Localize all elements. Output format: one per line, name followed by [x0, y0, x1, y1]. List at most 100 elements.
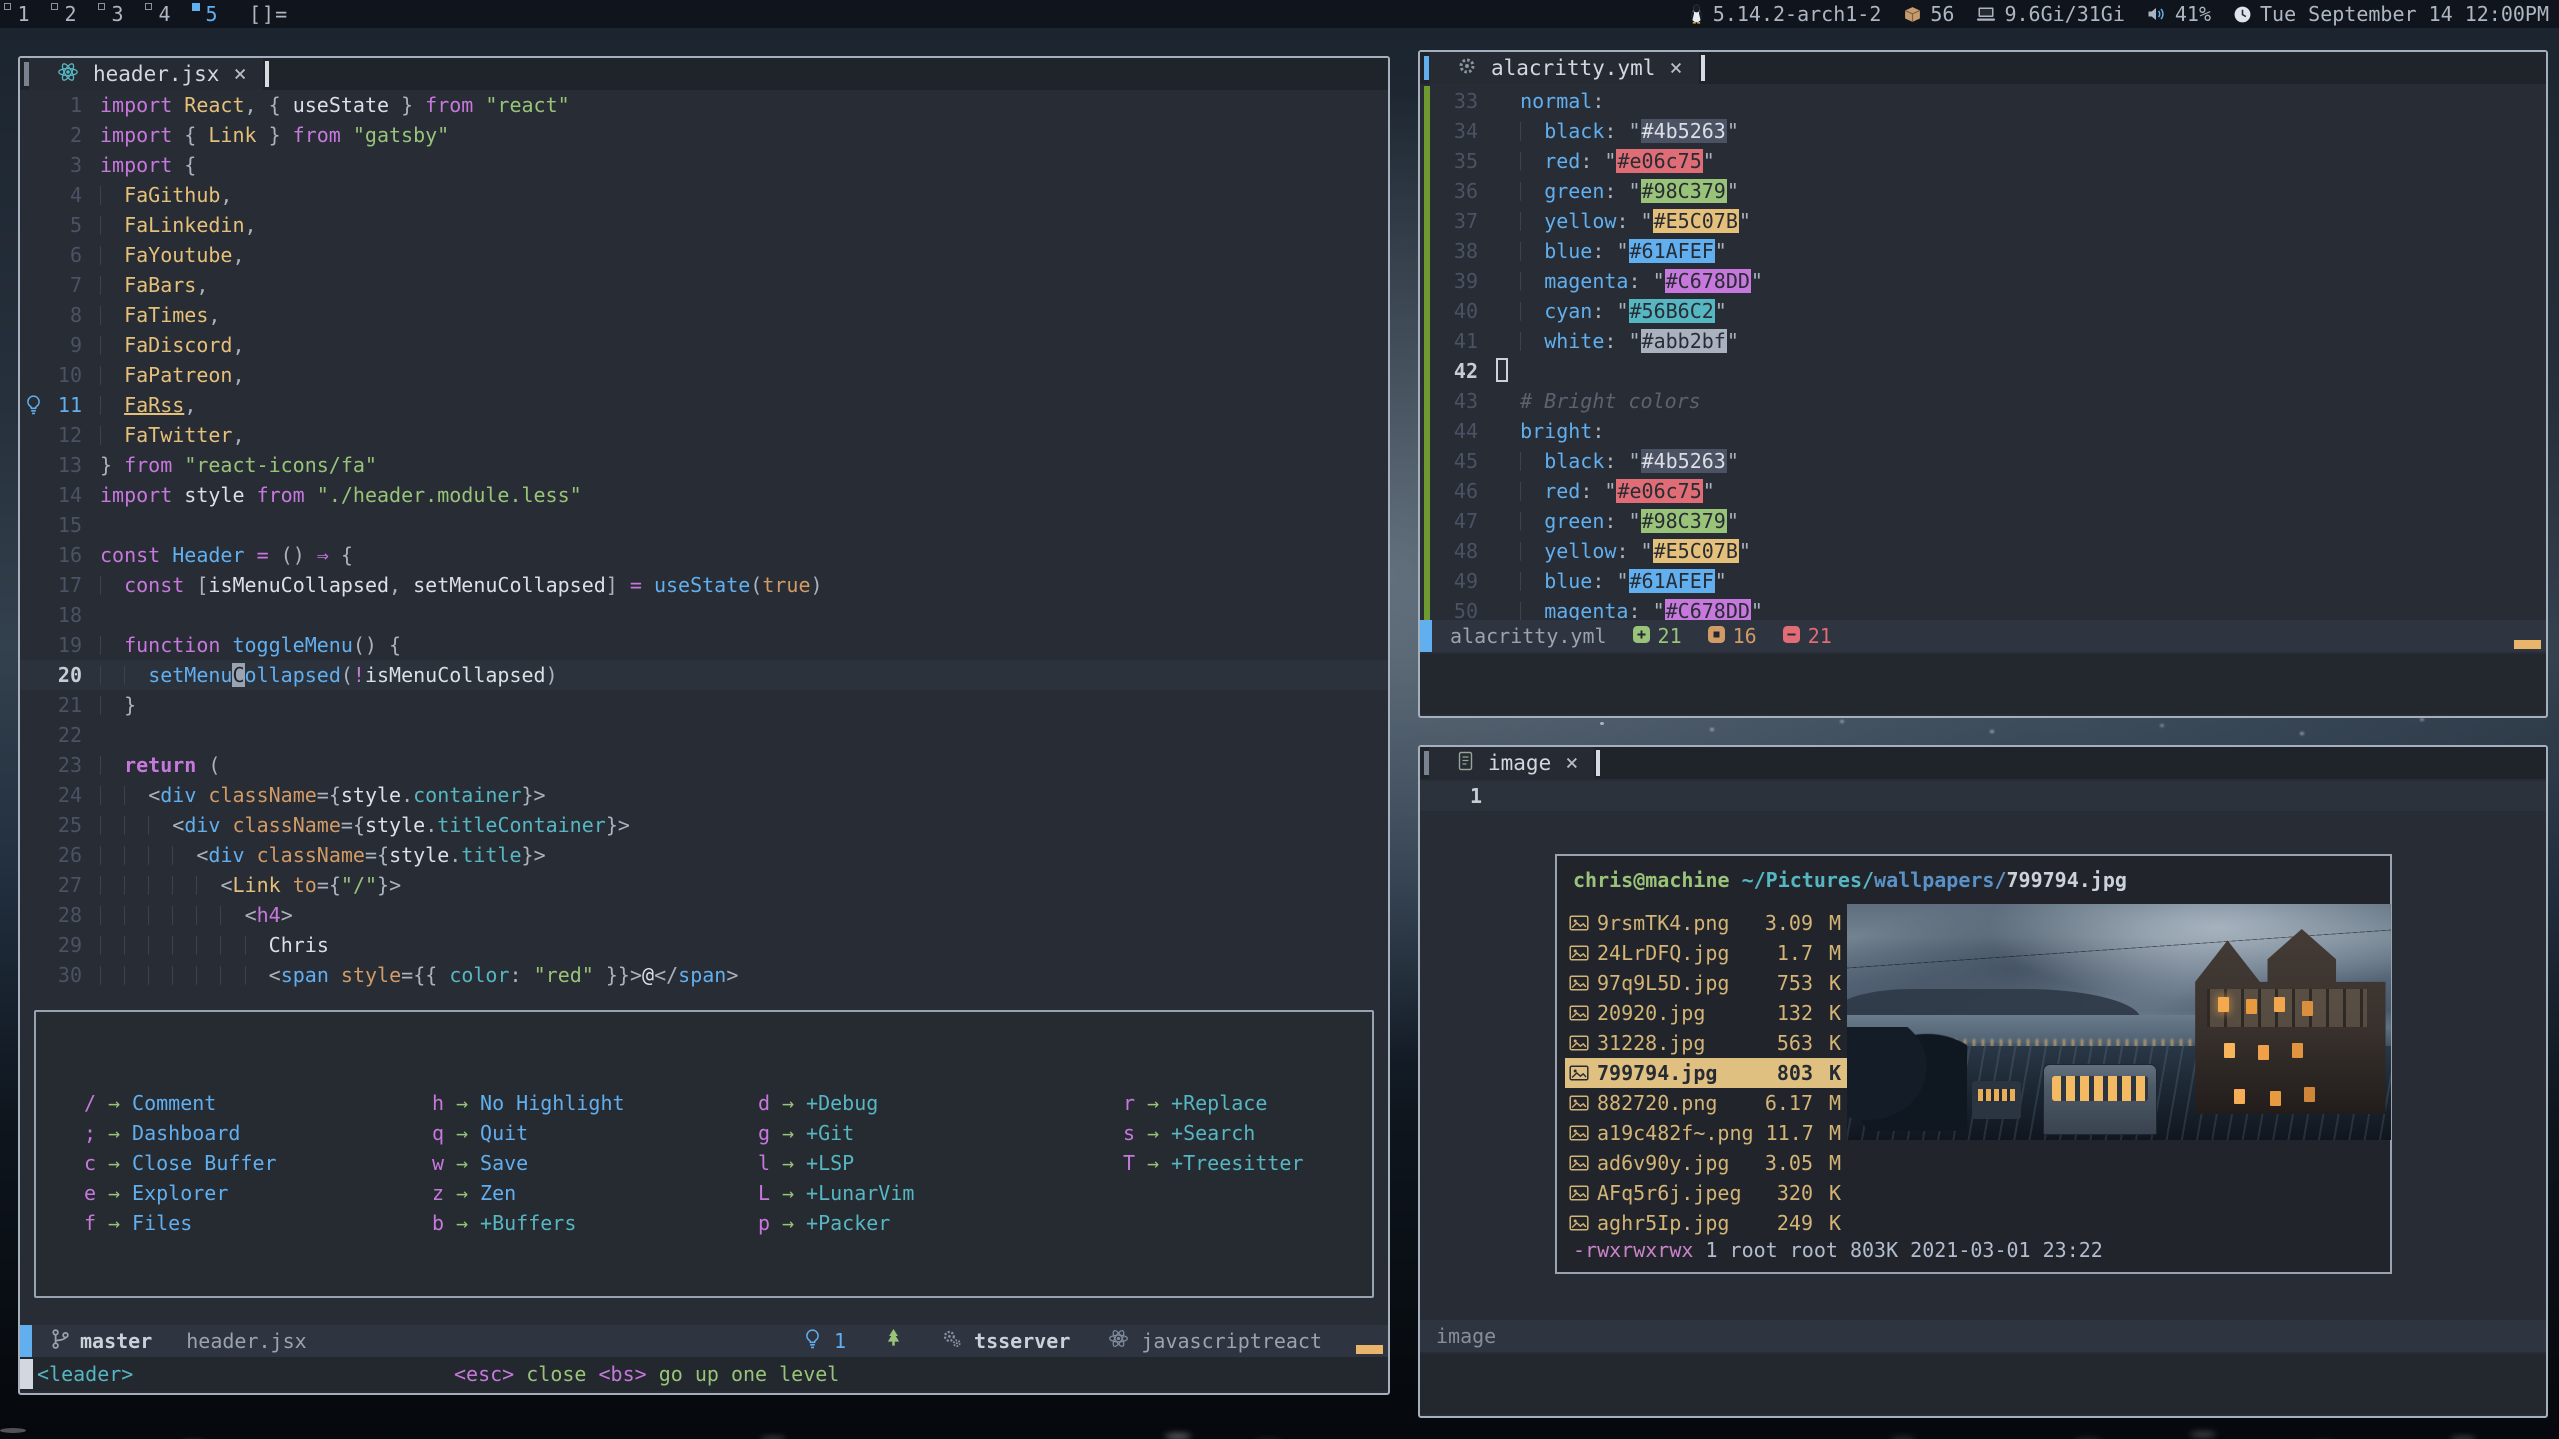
code-line-16[interactable]: 16const Header = () ⇒ {: [20, 540, 1388, 570]
code-line-27[interactable]: 27 <Link to={"/"}>: [20, 870, 1388, 900]
code-line-10[interactable]: 10 FaPatreon,: [20, 360, 1388, 390]
tab-cursor: [1596, 750, 1600, 776]
file-row-31228.jpg[interactable]: 31228.jpg563K: [1565, 1028, 1847, 1058]
code-editor-area[interactable]: 1import React, { useState } from "react"…: [20, 90, 1388, 990]
code-line-8[interactable]: 8 FaTimes,: [20, 300, 1388, 330]
code-line-5[interactable]: 5 FaLinkedin,: [20, 210, 1388, 240]
code-line-12[interactable]: 12 FaTwitter,: [20, 420, 1388, 450]
code-line-23[interactable]: 23 return (: [20, 750, 1388, 780]
code-line-9[interactable]: 9 FaDiscord,: [20, 330, 1388, 360]
file-row-799794.jpg[interactable]: 799794.jpg803K: [1565, 1058, 1847, 1088]
line-number: 19: [46, 630, 82, 660]
command-line[interactable]: <leader> <esc> close <bs> go up one leve…: [20, 1357, 1388, 1391]
color-chip: #abb2bf: [1641, 329, 1727, 353]
tab-image[interactable]: image ×: [1429, 747, 1594, 779]
line-number: 7: [46, 270, 82, 300]
code-line-39[interactable]: 39 magenta: "#C678DD": [1420, 266, 2546, 296]
workspace-4[interactable]: 4: [141, 0, 188, 28]
code-line-28[interactable]: 28 <h4>: [20, 900, 1388, 930]
key: f: [72, 1208, 96, 1238]
code-line-47[interactable]: 47 green: "#98C379": [1420, 506, 2546, 536]
file-row-ad6v90y.jpg[interactable]: ad6v90y.jpg3.05M: [1565, 1148, 1847, 1178]
file-row-aghr5Ip.jpg[interactable]: aghr5Ip.jpg249K: [1565, 1208, 1847, 1238]
code-line-40[interactable]: 40 cyan: "#56B6C2": [1420, 296, 2546, 326]
code-line-22[interactable]: 22: [20, 720, 1388, 750]
line-number: 30: [46, 960, 82, 990]
code-line-34[interactable]: 34 black: "#4b5263": [1420, 116, 2546, 146]
tab-close-button[interactable]: ×: [233, 62, 246, 87]
tab-header-jsx[interactable]: header.jsx ×: [29, 58, 263, 90]
code-line-44[interactable]: 44 bright:: [1420, 416, 2546, 446]
code-line-2[interactable]: 2import { Link } from "gatsby": [20, 120, 1388, 150]
code-line-19[interactable]: 19 function toggleMenu() {: [20, 630, 1388, 660]
editor-window-header-jsx: header.jsx × 1import React, { useState }…: [18, 56, 1390, 1395]
tab-alacritty-yml[interactable]: alacritty.yml ×: [1429, 52, 1699, 84]
code-line-4[interactable]: 4 FaGithub,: [20, 180, 1388, 210]
workspace-switcher: 12345: [0, 0, 235, 28]
label: Explorer: [132, 1178, 228, 1208]
line-number: 11: [46, 390, 82, 420]
code-line-36[interactable]: 36 green: "#98C379": [1420, 176, 2546, 206]
code-editor-area[interactable]: 33 normal:34 black: "#4b5263"35 red: "#e…: [1420, 86, 2546, 626]
tab-close-button[interactable]: ×: [1565, 751, 1578, 776]
code-line-42[interactable]: 42: [1420, 356, 2546, 386]
line-number: 6: [46, 240, 82, 270]
key: /: [72, 1088, 96, 1118]
bulb-icon[interactable]: [20, 390, 46, 420]
code-line-14[interactable]: 14import style from "./header.module.les…: [20, 480, 1388, 510]
whichkey-popup: /→Comment;→Dashboardc→Close Buffere→Expl…: [34, 1010, 1374, 1298]
code-line-3[interactable]: 3import {: [20, 150, 1388, 180]
command-line: [1420, 654, 2546, 714]
file-size-unit: K: [1813, 1061, 1841, 1085]
file-row-24LrDFQ.jpg[interactable]: 24LrDFQ.jpg1.7M: [1565, 938, 1847, 968]
code-line-25[interactable]: 25 <div className={style.titleContainer}…: [20, 810, 1388, 840]
code-line-41[interactable]: 41 white: "#abb2bf": [1420, 326, 2546, 356]
code-line-15[interactable]: 15: [20, 510, 1388, 540]
statusline: image: [1420, 1320, 2546, 1352]
code-line-45[interactable]: 45 black: "#4b5263": [1420, 446, 2546, 476]
code-line-49[interactable]: 49 blue: "#61AFEF": [1420, 566, 2546, 596]
code-line-13[interactable]: 13} from "react-icons/fa": [20, 450, 1388, 480]
code-line-46[interactable]: 46 red: "#e06c75": [1420, 476, 2546, 506]
code-line-1[interactable]: 1import React, { useState } from "react": [20, 90, 1388, 120]
statusline: alacritty.yml 21 16 21: [1420, 620, 2546, 652]
code-line-30[interactable]: 30 <span style={{ color: "red" }}>@</spa…: [20, 960, 1388, 990]
workspace-5[interactable]: 5: [188, 0, 235, 28]
file-row-a19c482f~.png[interactable]: a19c482f~.png11.7M: [1565, 1118, 1847, 1148]
code-line-48[interactable]: 48 yellow: "#E5C07B": [1420, 536, 2546, 566]
code-line-43[interactable]: 43 # Bright colors: [1420, 386, 2546, 416]
code-line-6[interactable]: 6 FaYoutube,: [20, 240, 1388, 270]
code-line-38[interactable]: 38 blue: "#61AFEF": [1420, 236, 2546, 266]
code-line-21[interactable]: 21 }: [20, 690, 1388, 720]
code-line-24[interactable]: 24 <div className={style.container}>: [20, 780, 1388, 810]
code-line-20[interactable]: 20 setMenuCollapsed(!isMenuCollapsed): [20, 660, 1388, 690]
workspace-1[interactable]: 1: [0, 0, 47, 28]
code-line-37[interactable]: 37 yellow: "#E5C07B": [1420, 206, 2546, 236]
arrow-icon: →: [1135, 1118, 1171, 1148]
code-line-11[interactable]: 11 FaRss,: [20, 390, 1388, 420]
statusline: master header.jsx 1 tsserver javascriptr…: [20, 1325, 1388, 1357]
file-row-20920.jpg[interactable]: 20920.jpg132K: [1565, 998, 1847, 1028]
arrow-icon: →: [96, 1088, 132, 1118]
code-line-29[interactable]: 29 Chris: [20, 930, 1388, 960]
whichkey-item-dashboard: ;→Dashboard: [72, 1118, 277, 1148]
tab-close-button[interactable]: ×: [1669, 56, 1682, 81]
file-size: 803: [1751, 1061, 1813, 1085]
code-line-26[interactable]: 26 <div className={style.title}>: [20, 840, 1388, 870]
code-line[interactable]: 1: [1420, 781, 2546, 811]
arrow-icon: →: [770, 1178, 806, 1208]
file-row-882720.png[interactable]: 882720.png6.17M: [1565, 1088, 1847, 1118]
workspace-2[interactable]: 2: [47, 0, 94, 28]
file-row-97q9L5D.jpg[interactable]: 97q9L5D.jpg753K: [1565, 968, 1847, 998]
code-line-17[interactable]: 17 const [isMenuCollapsed, setMenuCollap…: [20, 570, 1388, 600]
file-row-9rsmTK4.png[interactable]: 9rsmTK4.png3.09M: [1565, 908, 1847, 938]
code-line-33[interactable]: 33 normal:: [1420, 86, 2546, 116]
code-line-7[interactable]: 7 FaBars,: [20, 270, 1388, 300]
key: L: [746, 1178, 770, 1208]
code-line-18[interactable]: 18: [20, 600, 1388, 630]
file-row-AFq5r6j.jpeg[interactable]: AFq5r6j.jpeg320K: [1565, 1178, 1847, 1208]
code-editor-area[interactable]: 1: [1420, 781, 2546, 811]
code-line-35[interactable]: 35 red: "#e06c75": [1420, 146, 2546, 176]
workspace-3[interactable]: 3: [94, 0, 141, 28]
filetype: javascriptreact: [1141, 1329, 1322, 1353]
